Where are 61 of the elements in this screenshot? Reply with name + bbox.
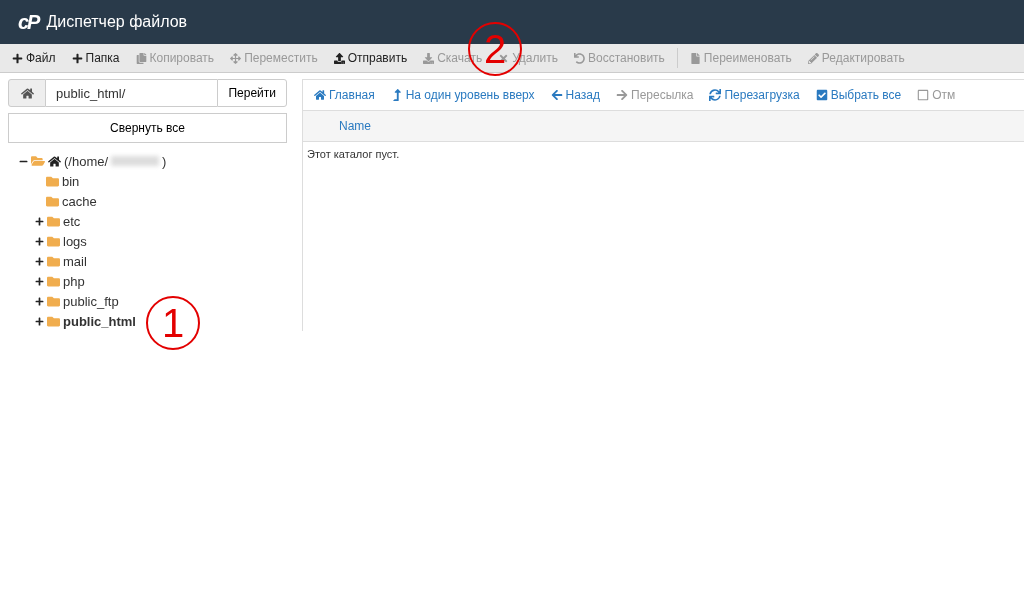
nav-button[interactable]: На один уровень вверх bbox=[385, 88, 546, 102]
move-icon bbox=[230, 52, 242, 64]
toolbar-button[interactable]: Папка bbox=[63, 45, 128, 71]
tree-item[interactable]: php bbox=[63, 273, 85, 289]
plus-icon[interactable] bbox=[34, 296, 44, 306]
undo-icon bbox=[574, 52, 585, 64]
empty-message: Этот каталог пуст. bbox=[306, 147, 401, 162]
folder-icon bbox=[47, 254, 60, 268]
plus-icon[interactable] bbox=[34, 276, 44, 286]
collapse-all-button[interactable]: Свернуть все bbox=[8, 113, 287, 143]
plus-icon bbox=[12, 52, 23, 64]
file-icon bbox=[689, 52, 701, 64]
tree-item[interactable]: bin bbox=[62, 173, 80, 189]
home-icon bbox=[48, 154, 61, 168]
nav-button[interactable]: Назад bbox=[545, 88, 611, 102]
folder-icon bbox=[46, 194, 59, 208]
nav-button[interactable]: Выбрать все bbox=[810, 88, 913, 102]
tree-item[interactable]: cache bbox=[62, 193, 97, 209]
open-folder-icon bbox=[31, 154, 45, 168]
arrow-left-icon bbox=[550, 89, 563, 101]
annotation-marker: 1 bbox=[146, 296, 200, 350]
tree-item[interactable]: logs bbox=[63, 233, 87, 249]
folder-icon bbox=[46, 174, 59, 188]
download-icon bbox=[423, 52, 435, 64]
level-up-icon bbox=[390, 89, 403, 101]
home-icon bbox=[20, 86, 34, 100]
folder-icon bbox=[47, 274, 60, 288]
logo: cP bbox=[18, 10, 39, 34]
plus-icon[interactable] bbox=[34, 236, 44, 246]
upload-icon bbox=[333, 52, 345, 64]
toolbar-button[interactable]: Отправить bbox=[325, 45, 416, 71]
home-button[interactable] bbox=[8, 79, 46, 107]
checkbox-icon bbox=[917, 89, 930, 101]
folder-icon bbox=[47, 234, 60, 248]
tree-item[interactable]: mail bbox=[63, 253, 87, 269]
plus-icon bbox=[71, 52, 83, 64]
plus-icon[interactable] bbox=[34, 256, 44, 266]
path-field[interactable]: public_html/ bbox=[46, 79, 218, 107]
home-icon bbox=[314, 89, 326, 101]
column-header[interactable]: Name bbox=[339, 119, 371, 133]
plus-icon[interactable] bbox=[34, 316, 44, 326]
tree-item[interactable]: etc bbox=[63, 213, 81, 229]
arrow-right-icon bbox=[616, 89, 628, 101]
tree-item-label: ) bbox=[162, 153, 167, 169]
blurred-text bbox=[111, 156, 160, 166]
toolbar-button[interactable]: Файл bbox=[4, 45, 64, 71]
go-button[interactable]: Перейти bbox=[217, 79, 287, 107]
nav-button[interactable]: Главная bbox=[309, 88, 386, 102]
copy-icon bbox=[135, 52, 147, 64]
tree-item[interactable]: public_html bbox=[63, 313, 136, 329]
window-title: Диспетчер файлов bbox=[46, 13, 188, 31]
nav-button[interactable]: Перезагрузка bbox=[704, 88, 811, 102]
tree-item-label[interactable]: (/home/ bbox=[64, 153, 109, 169]
tree-item[interactable]: public_ftp bbox=[63, 293, 119, 309]
folder-icon bbox=[47, 314, 60, 328]
checkbox-icon bbox=[815, 89, 828, 101]
plus-icon[interactable] bbox=[34, 216, 44, 226]
folder-icon bbox=[47, 294, 60, 308]
pencil-icon bbox=[807, 52, 819, 64]
folder-icon bbox=[47, 214, 60, 228]
refresh-icon bbox=[709, 89, 722, 101]
